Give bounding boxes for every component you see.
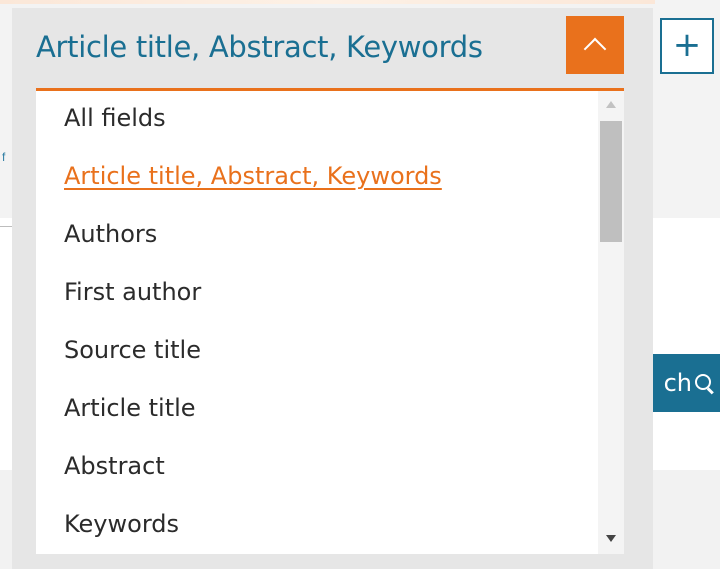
option-source-title[interactable]: Source title — [64, 336, 201, 364]
scroll-down-arrow-icon[interactable] — [606, 535, 616, 542]
top-accent-strip — [0, 0, 655, 4]
options-scrollbar[interactable] — [598, 91, 624, 554]
option-all-fields[interactable]: All fields — [64, 104, 166, 132]
search-field-dropdown: Article title, Abstract, Keywords All fi… — [12, 8, 653, 569]
plus-icon: + — [672, 25, 702, 65]
option-abstract[interactable]: Abstract — [64, 452, 165, 480]
dropdown-header[interactable]: Article title, Abstract, Keywords — [12, 8, 653, 90]
scrollbar-thumb[interactable] — [600, 121, 622, 242]
option-first-author[interactable]: First author — [64, 278, 201, 306]
search-page: f ch + Article title, Abstract, Keywords… — [0, 0, 720, 569]
option-article-title-abstract-keywords[interactable]: Article title, Abstract, Keywords — [64, 162, 442, 190]
option-keywords[interactable]: Keywords — [64, 510, 179, 538]
option-authors[interactable]: Authors — [64, 220, 157, 248]
background-text-fragment: f — [2, 150, 6, 164]
dropdown-options-list[interactable]: All fields Article title, Abstract, Keyw… — [36, 88, 624, 554]
option-article-title[interactable]: Article title — [64, 394, 196, 422]
dropdown-selected-value[interactable]: Article title, Abstract, Keywords — [36, 30, 483, 64]
search-button-label: ch — [663, 369, 692, 397]
chevron-up-icon — [583, 37, 607, 61]
scroll-up-arrow-icon[interactable] — [606, 101, 616, 108]
add-search-field-button[interactable]: + — [660, 18, 714, 74]
search-icon — [694, 373, 714, 393]
dropdown-collapse-button[interactable] — [566, 16, 624, 74]
